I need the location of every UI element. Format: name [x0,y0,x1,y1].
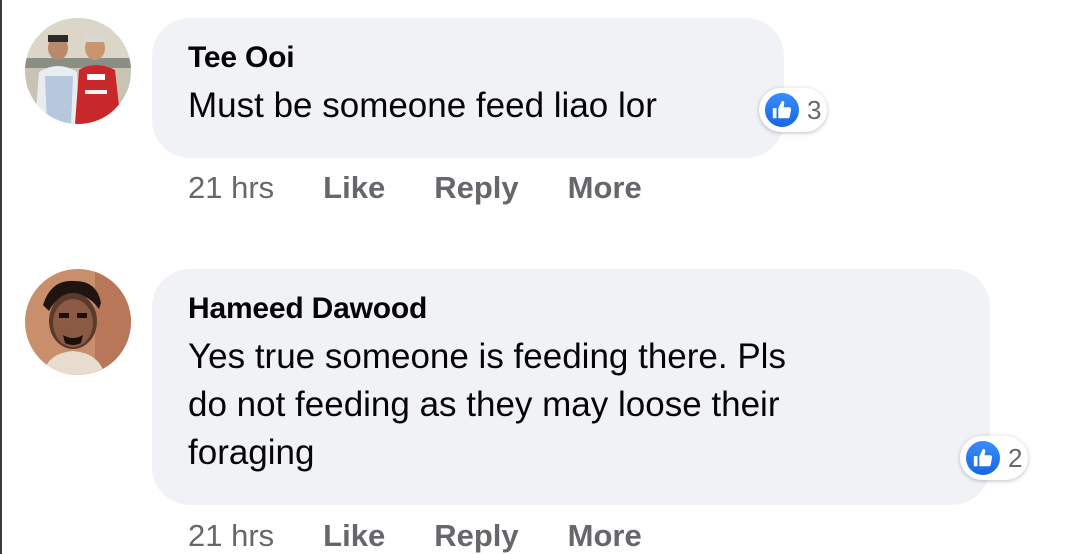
like-reaction-icon [964,439,1002,477]
window-edge [0,0,2,554]
comment-author[interactable]: Tee Ooi [188,40,748,76]
reaction-summary[interactable]: 2 [960,436,1029,480]
like-button[interactable]: Like [323,170,385,206]
avatar[interactable] [25,18,131,124]
comment-text-line: Must be someone feed liao lor [188,86,657,125]
like-reaction-icon [763,91,801,129]
comment-author[interactable]: Hameed Dawood [188,291,954,327]
comment-timestamp[interactable]: 21 hrs [188,170,274,206]
comment-actions: 21 hrs Like Reply More [188,518,642,554]
comment-text-line: do not feeding as they may loose their [188,385,780,424]
comment-bubble: Tee Ooi Must be someone feed liao lor [152,18,784,158]
comment-actions: 21 hrs Like Reply More [188,170,642,206]
reply-button[interactable]: Reply [434,170,518,206]
comment-timestamp[interactable]: 21 hrs [188,518,274,554]
reply-button[interactable]: Reply [434,518,518,554]
comment-text-line: foraging [188,433,315,472]
more-button[interactable]: More [568,170,642,206]
like-button[interactable]: Like [323,518,385,554]
reaction-summary[interactable]: 3 [759,88,828,132]
comment-text-line: Yes true someone is feeding there. Pls [188,337,786,376]
comment-bubble: Hameed Dawood Yes true someone is feedin… [152,269,990,505]
more-button[interactable]: More [568,518,642,554]
avatar[interactable] [25,269,131,375]
reaction-count: 2 [1008,443,1023,473]
comment-text: Must be someone feed liao lor [188,82,748,130]
reaction-count: 3 [807,95,822,125]
comment-text: Yes true someone is feeding there. Pls d… [188,333,954,477]
